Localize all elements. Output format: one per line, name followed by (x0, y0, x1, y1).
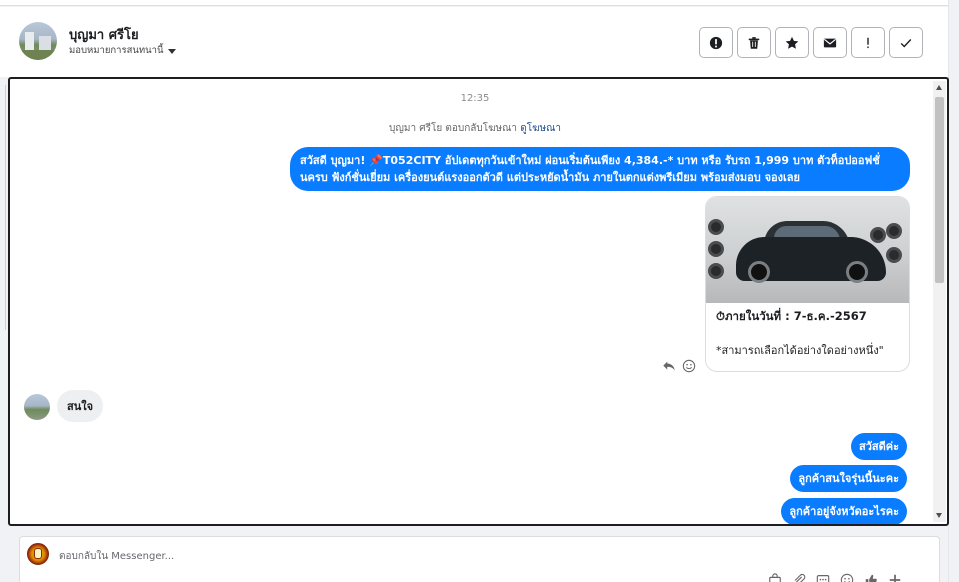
star-button[interactable] (775, 27, 809, 58)
envelope-icon (823, 38, 837, 47)
ad-reply-note-text: บุญมา ศรีโย ตอบกลับโฆษณา (388, 123, 518, 134)
star-icon (785, 36, 799, 49)
left-gutter (0, 85, 6, 330)
like-icon[interactable] (864, 573, 878, 582)
agent-message-bubble: ลูกค้าสนใจรุ่นนี้นะคะ (790, 465, 907, 492)
assign-label: มอบหมายการสนทนานี้ (69, 45, 164, 56)
customer-avatar (24, 394, 50, 420)
customer-message-bubble: สนใจ (57, 390, 104, 422)
thread-scrollbar[interactable] (933, 81, 946, 522)
agent-message-bubble: สวัสดีค่ะ (850, 433, 907, 460)
ad-reply-note: บุญมา ศรีโย ตอบกลับโฆษณา ดูโฆษณา (10, 121, 940, 136)
ad-card-title: ⏱ภายในวันที่ : 7-ธ.ค.-2567 (716, 309, 867, 323)
composer-toolbar (768, 573, 902, 582)
follow-up-button[interactable] (851, 27, 885, 58)
emoji-icon[interactable] (682, 359, 696, 373)
conversation-header: บุญมา ศรีโย มอบหมายการสนทนานี้ (0, 7, 948, 77)
reply-composer[interactable]: ตอบกลับใน Messenger... (19, 536, 940, 582)
view-ad-link[interactable]: ดูโฆษณา (520, 123, 561, 134)
check-icon (900, 38, 912, 48)
delete-button[interactable] (737, 27, 771, 58)
scroll-up-arrow-icon[interactable] (936, 85, 942, 90)
emoji-icon[interactable] (840, 573, 854, 582)
exclamation-icon (867, 37, 869, 48)
contact-name[interactable]: บุญมา ศรีโย (69, 24, 139, 45)
spam-button[interactable] (699, 27, 733, 58)
reply-input-placeholder[interactable]: ตอบกลับใน Messenger... (59, 549, 174, 564)
unread-button[interactable] (813, 27, 847, 58)
assign-conversation-dropdown[interactable]: มอบหมายการสนทนานี้ (69, 43, 176, 58)
contact-avatar[interactable] (19, 22, 57, 60)
attach-icon[interactable] (792, 573, 806, 582)
message-hover-actions (662, 359, 696, 373)
car-image (706, 197, 909, 303)
right-panel-edge (948, 0, 959, 582)
scroll-down-arrow-icon[interactable] (936, 513, 942, 518)
trash-icon (748, 36, 760, 49)
top-bar (0, 0, 948, 6)
caret-down-icon (167, 48, 176, 54)
message-thread[interactable]: 12:35 บุญมา ศรีโย ตอบกลับโฆษณา ดูโฆษณา ส… (8, 77, 949, 526)
saved-reply-icon[interactable] (816, 573, 830, 582)
reply-icon[interactable] (662, 359, 676, 373)
done-button[interactable] (889, 27, 923, 58)
conversation-actions (699, 27, 923, 58)
scrollbar-thumb[interactable] (935, 97, 944, 283)
alert-circle-icon (709, 36, 723, 49)
ad-card[interactable]: ⏱ภายในวันที่ : 7-ธ.ค.-2567 *สามารถเลือกไ… (705, 196, 910, 372)
bag-icon[interactable] (768, 573, 782, 582)
agent-message-bubble: ลูกค้าอยู่จังหวัดอะไรคะ (781, 498, 907, 524)
message-timestamp: 12:35 (460, 93, 490, 104)
ad-message-bubble: สวัสดี บุญมา! 📌T052CITY อัปเดตทุกวันเข้า… (290, 147, 910, 191)
add-icon[interactable] (888, 573, 902, 582)
page-avatar (27, 543, 49, 565)
ad-card-subtitle: *สามารถเลือกได้อย่างใดอย่างหนึ่ง" (716, 344, 884, 357)
